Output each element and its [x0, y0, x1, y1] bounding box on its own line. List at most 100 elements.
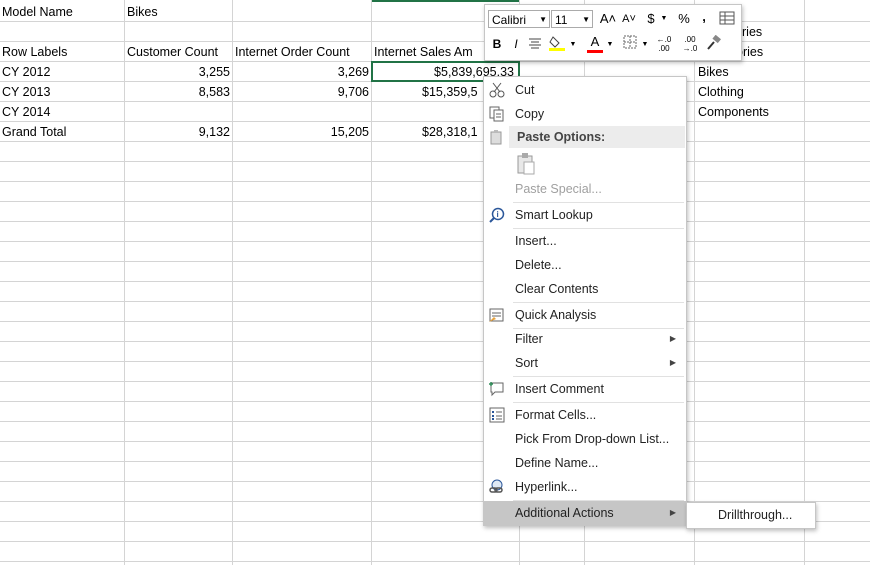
sales-amount-cell[interactable]: $28,318,1: [422, 122, 482, 142]
menu-item-label: Quick Analysis: [515, 308, 597, 322]
menu-item-label: Define Name...: [515, 456, 599, 470]
format-painter-icon[interactable]: [704, 34, 722, 56]
menu-item-hyperlink[interactable]: Hyperlink...: [484, 475, 686, 499]
row-label[interactable]: CY 2014: [2, 102, 122, 122]
menu-item-insert-comment[interactable]: Insert Comment: [484, 377, 686, 401]
font-color-dropdown-arrow[interactable]: ▼: [606, 36, 614, 54]
header-customer-count[interactable]: Customer Count: [127, 42, 231, 62]
currency-button[interactable]: $: [644, 10, 658, 28]
format-table-icon[interactable]: [718, 10, 736, 31]
paste-options-header: Paste Options:: [509, 126, 685, 148]
menu-item-label: Insert Comment: [515, 382, 604, 396]
chevron-down-icon: ▼: [539, 15, 547, 24]
column-selection-indicator: [372, 0, 519, 2]
filter-label[interactable]: Model Name: [2, 2, 122, 22]
font-size-dropdown[interactable]: 11 ▼: [551, 10, 593, 28]
order-count-cell[interactable]: 3,269: [235, 62, 369, 82]
menu-item-label: Additional Actions: [515, 506, 614, 520]
bold-button[interactable]: B: [489, 35, 505, 53]
paste-options-label: Paste Options:: [517, 130, 606, 144]
increase-decimal-button[interactable]: ←.0 .00: [651, 35, 677, 53]
sales-amount-cell[interactable]: $15,359,5: [422, 82, 482, 102]
header-internet-sales-amount[interactable]: Internet Sales Am: [374, 42, 484, 62]
menu-item-label: Paste Special...: [515, 182, 602, 196]
row-label[interactable]: CY 2013: [2, 82, 122, 102]
menu-item-label: Smart Lookup: [515, 208, 593, 222]
copy-icon: [488, 106, 506, 122]
menu-item-format-cells[interactable]: Format Cells...: [484, 403, 686, 427]
font-color-swatch: [587, 50, 603, 53]
italic-button[interactable]: I: [509, 35, 523, 53]
additional-actions-submenu: Drillthrough...: [686, 502, 816, 529]
menu-item-label: Delete...: [515, 258, 562, 272]
row-label[interactable]: Grand Total: [2, 122, 122, 142]
hyperlink-icon: [488, 479, 506, 495]
menu-item-label: Hyperlink...: [515, 480, 578, 494]
menu-item-clear-contents[interactable]: Clear Contents: [484, 277, 686, 301]
mini-toolbar: Calibri ▼ 11 ▼ A˄ A˅ $ ▼ % , B I ▼ A ▼ ▼…: [484, 4, 742, 61]
menu-item-delete[interactable]: Delete...: [484, 253, 686, 277]
menu-item-additional-actions[interactable]: Additional Actions ▶: [484, 501, 686, 525]
menu-item-label: Filter: [515, 332, 543, 346]
format-cells-icon: [488, 407, 506, 423]
side-header[interactable]: ories: [736, 42, 802, 62]
currency-dropdown-arrow[interactable]: ▼: [660, 10, 668, 28]
menu-item-drillthrough[interactable]: Drillthrough...: [687, 503, 815, 528]
chevron-down-icon: ▼: [582, 15, 590, 24]
filter-value[interactable]: Bikes: [127, 2, 227, 22]
customer-count-cell[interactable]: 3,255: [127, 62, 230, 82]
menu-item-label: Insert...: [515, 234, 557, 248]
menu-item-pick-from-dropdown-list[interactable]: Pick From Drop-down List...: [484, 427, 686, 451]
menu-item-copy[interactable]: Copy: [484, 102, 686, 126]
menu-item-filter[interactable]: Filter ▶: [484, 327, 686, 351]
borders-dropdown-arrow[interactable]: ▼: [641, 36, 649, 54]
menu-item-smart-lookup[interactable]: i Smart Lookup: [484, 203, 686, 227]
svg-text:i: i: [497, 210, 499, 219]
side-item-clothing[interactable]: Clothing: [698, 82, 798, 102]
submenu-arrow-icon: ▶: [669, 334, 676, 343]
order-count-cell[interactable]: 15,205: [235, 122, 369, 142]
comma-style-button[interactable]: ,: [699, 8, 709, 26]
menu-item-cut[interactable]: Cut: [484, 78, 686, 102]
paste-button[interactable]: [513, 151, 539, 177]
row-label[interactable]: CY 2012: [2, 62, 122, 82]
submenu-arrow-icon: ▶: [669, 508, 676, 517]
side-item-bikes[interactable]: Bikes: [698, 62, 798, 82]
menu-item-label: Sort: [515, 356, 538, 370]
borders-icon[interactable]: [622, 35, 638, 54]
menu-item-label: Pick From Drop-down List...: [515, 432, 670, 446]
font-size-value: 11: [555, 13, 568, 27]
submenu-arrow-icon: ▶: [669, 358, 676, 367]
header-internet-order-count[interactable]: Internet Order Count: [235, 42, 370, 62]
menu-item-define-name[interactable]: Define Name...: [484, 451, 686, 475]
quick-analysis-icon: [488, 307, 506, 323]
percent-button[interactable]: %: [676, 10, 692, 28]
grow-font-button[interactable]: A˄: [599, 10, 617, 28]
side-item-components[interactable]: Components: [698, 102, 798, 122]
smart-lookup-icon: i: [488, 207, 506, 223]
fill-color-icon[interactable]: [547, 34, 567, 57]
menu-item-label: Drillthrough...: [718, 508, 793, 522]
order-count-cell[interactable]: 9,706: [235, 82, 369, 102]
menu-item-sort[interactable]: Sort ▶: [484, 351, 686, 375]
customer-count-cell[interactable]: 9,132: [127, 122, 230, 142]
menu-item-insert[interactable]: Insert...: [484, 229, 686, 253]
context-menu: Cut Copy Paste Options: Paste Special...…: [483, 76, 687, 526]
paste-options-icon: [489, 129, 505, 148]
decrease-decimal-button[interactable]: .00 →.0: [677, 35, 703, 53]
shrink-font-button[interactable]: A˅: [620, 10, 638, 28]
menu-item-quick-analysis[interactable]: Quick Analysis: [484, 303, 686, 327]
menu-item-label: Clear Contents: [515, 282, 599, 296]
font-name-dropdown[interactable]: Calibri ▼: [488, 10, 550, 28]
customer-count-cell[interactable]: 8,583: [127, 82, 230, 102]
header-row-labels[interactable]: Row Labels: [2, 42, 122, 62]
fill-color-dropdown-arrow[interactable]: ▼: [569, 36, 577, 54]
align-center-icon[interactable]: [527, 36, 543, 55]
menu-item-label: Cut: [515, 83, 535, 97]
comment-icon: [488, 381, 506, 397]
font-color-button[interactable]: A: [586, 33, 604, 53]
menu-item-label: Copy: [515, 107, 545, 121]
side-header[interactable]: ries: [742, 22, 802, 42]
menu-item-label: Format Cells...: [515, 408, 597, 422]
font-name-value: Calibri: [492, 13, 527, 27]
